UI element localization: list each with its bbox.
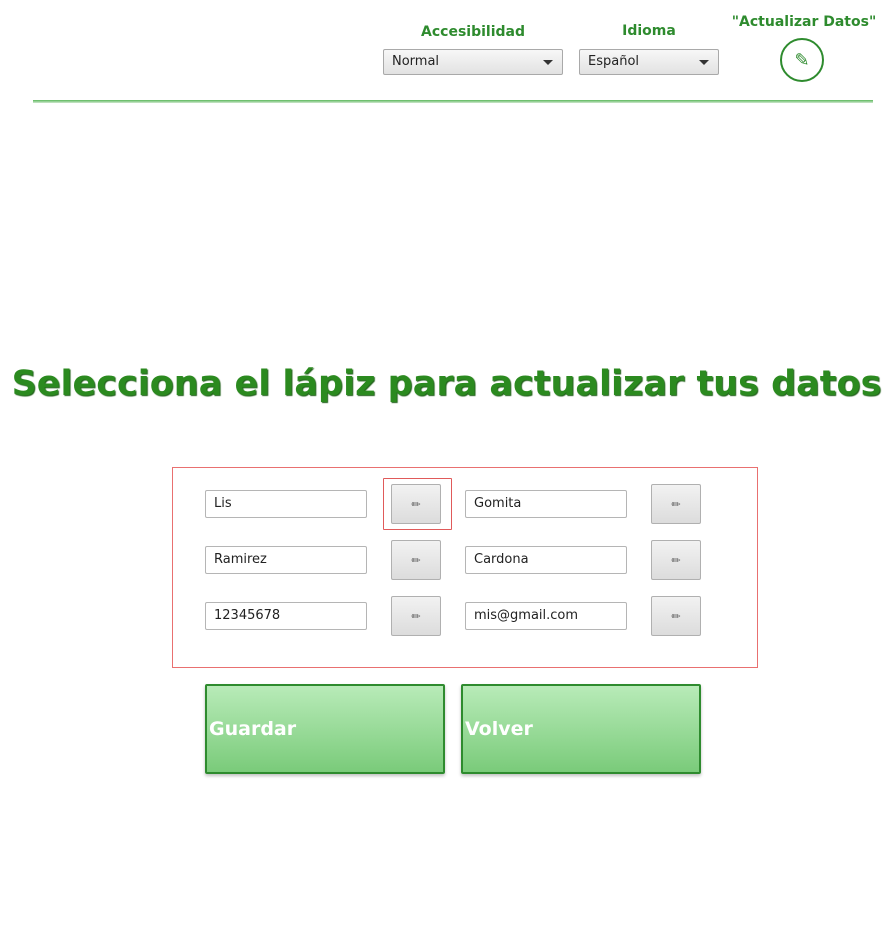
edit-nickname-button[interactable]: ✏ bbox=[651, 484, 701, 524]
phone-field[interactable]: 12345678 bbox=[205, 602, 367, 630]
update-data-button[interactable]: ✎ bbox=[780, 38, 824, 82]
language-select[interactable]: Español bbox=[579, 49, 719, 75]
pencil-icon: ✏ bbox=[411, 553, 421, 567]
save-button-label: Guardar bbox=[209, 718, 297, 740]
edit-last-name-button[interactable]: ✏ bbox=[391, 540, 441, 580]
pencil-icon: ✏ bbox=[671, 609, 681, 623]
pencil-icon: ✏ bbox=[411, 609, 421, 623]
page-title: Selecciona el lápiz para actualizar tus … bbox=[11, 364, 882, 404]
chevron-down-icon bbox=[543, 60, 553, 65]
accessibility-select-value: Normal bbox=[392, 54, 440, 69]
language-label: Idioma bbox=[622, 23, 676, 39]
last-name-field[interactable]: Ramirez bbox=[205, 546, 367, 574]
edit-second-last-name-button[interactable]: ✏ bbox=[651, 540, 701, 580]
pencil-icon: ✎ bbox=[794, 49, 810, 71]
back-button[interactable]: Volver bbox=[461, 684, 701, 774]
update-data-label: "Actualizar Datos" bbox=[731, 14, 877, 30]
edit-phone-button[interactable]: ✏ bbox=[391, 596, 441, 636]
pencil-icon: ✏ bbox=[671, 497, 681, 511]
save-button[interactable]: Guardar bbox=[205, 684, 445, 774]
nickname-field[interactable]: Gomita bbox=[465, 490, 627, 518]
second-last-name-field[interactable]: Cardona bbox=[465, 546, 627, 574]
header-divider bbox=[33, 100, 873, 103]
first-name-field[interactable]: Lis bbox=[205, 490, 367, 518]
email-field[interactable]: mis@gmail.com bbox=[465, 602, 627, 630]
pencil-icon: ✏ bbox=[671, 553, 681, 567]
chevron-down-icon bbox=[699, 60, 709, 65]
back-button-label: Volver bbox=[465, 718, 533, 740]
edit-email-button[interactable]: ✏ bbox=[651, 596, 701, 636]
accessibility-select[interactable]: Normal bbox=[383, 49, 563, 75]
language-select-value: Español bbox=[588, 54, 640, 69]
focus-highlight bbox=[383, 478, 452, 530]
accessibility-label: Accesibilidad bbox=[421, 24, 525, 40]
